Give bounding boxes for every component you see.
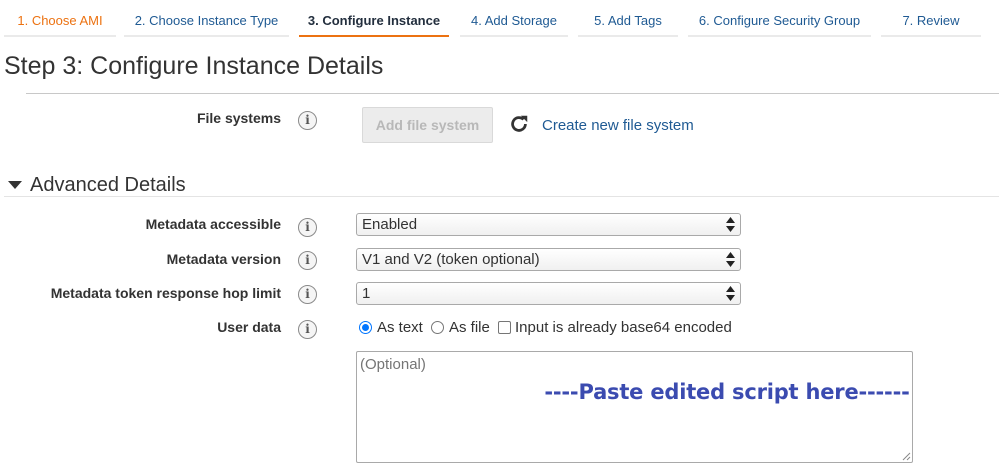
select-arrows-icon	[726, 217, 735, 232]
select-arrows-icon	[726, 252, 735, 267]
base64-checkbox[interactable]	[498, 321, 511, 334]
as-text-label[interactable]: As text	[377, 319, 423, 336]
file-systems-label: File systems	[196, 110, 281, 126]
as-text-radio[interactable]	[359, 321, 372, 334]
select-value: V1 and V2 (token optional)	[362, 251, 540, 268]
tab-add-storage[interactable]: 4. Add Storage	[460, 0, 568, 37]
textarea-placeholder: (Optional)	[360, 356, 426, 373]
metadata-version-label: Metadata version	[166, 251, 281, 267]
refresh-icon[interactable]	[508, 113, 530, 135]
metadata-accessible-select[interactable]: Enabled	[356, 213, 741, 236]
hop-limit-select[interactable]: 1	[356, 282, 741, 305]
create-file-system-link[interactable]: Create new file system	[542, 117, 694, 134]
wizard-tabs: 1. Choose AMI 2. Choose Instance Type 3.…	[0, 0, 999, 38]
hop-limit-label: Metadata token response hop limit	[50, 285, 281, 301]
info-icon[interactable]: i	[298, 285, 317, 304]
select-value: 1	[362, 285, 371, 302]
as-file-radio[interactable]	[431, 321, 444, 334]
tab-choose-instance-type[interactable]: 2. Choose Instance Type	[124, 0, 289, 37]
info-icon[interactable]: i	[298, 218, 317, 237]
page-title: Step 3: Configure Instance Details	[4, 52, 384, 80]
add-file-system-button[interactable]: Add file system	[362, 107, 493, 143]
user-data-textarea[interactable]: (Optional) ----Paste edited script here-…	[356, 351, 913, 463]
tab-add-tags[interactable]: 5. Add Tags	[578, 0, 678, 37]
caret-down-icon	[8, 181, 22, 189]
paste-script-annotation: ----Paste edited script here------	[544, 380, 910, 404]
select-arrows-icon	[726, 286, 735, 301]
section-divider	[4, 196, 999, 197]
user-data-label: User data	[217, 319, 281, 335]
tab-configure-security-group[interactable]: 6. Configure Security Group	[688, 0, 871, 37]
metadata-version-select[interactable]: V1 and V2 (token optional)	[356, 248, 741, 271]
info-icon[interactable]: i	[298, 251, 317, 270]
tab-choose-ami[interactable]: 1. Choose AMI	[4, 0, 116, 37]
tab-review[interactable]: 7. Review	[881, 0, 981, 37]
section-title: Advanced Details	[30, 174, 186, 196]
info-icon[interactable]: i	[298, 111, 317, 130]
tab-configure-instance[interactable]: 3. Configure Instance	[299, 0, 449, 37]
base64-label[interactable]: Input is already base64 encoded	[515, 319, 732, 336]
select-value: Enabled	[362, 216, 418, 233]
title-divider	[26, 93, 999, 94]
as-file-label[interactable]: As file	[449, 319, 490, 336]
info-icon[interactable]: i	[298, 320, 317, 339]
resize-grip-icon[interactable]	[901, 451, 911, 461]
metadata-accessible-label: Metadata accessible	[145, 216, 281, 232]
